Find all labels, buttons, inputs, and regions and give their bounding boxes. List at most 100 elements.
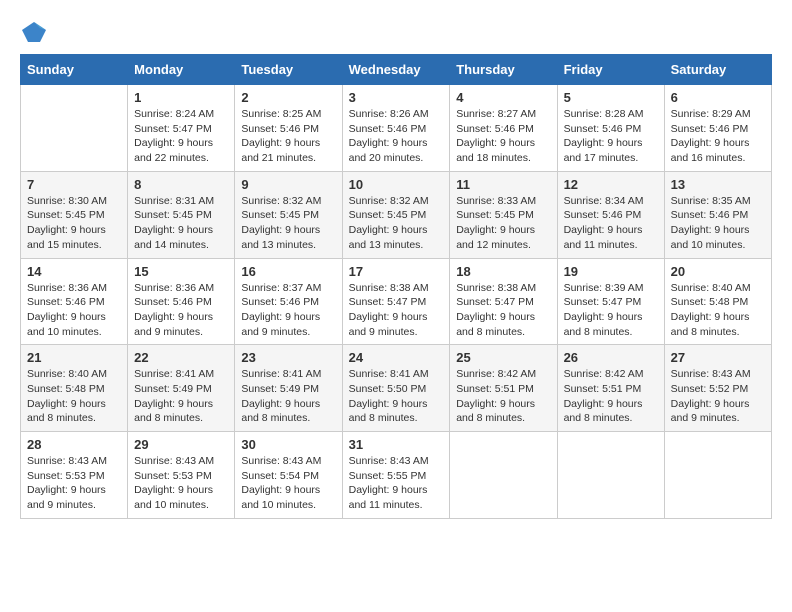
calendar-cell: 1 Sunrise: 8:24 AMSunset: 5:47 PMDaylight… xyxy=(128,85,235,172)
day-number: 16 xyxy=(241,264,335,279)
calendar-cell: 20 Sunrise: 8:40 AMSunset: 5:48 PMDayligh… xyxy=(664,258,771,345)
calendar-cell: 4 Sunrise: 8:27 AMSunset: 5:46 PMDaylight… xyxy=(450,85,557,172)
calendar-cell xyxy=(21,85,128,172)
calendar-cell: 25 Sunrise: 8:42 AMSunset: 5:51 PMDayligh… xyxy=(450,345,557,432)
calendar-week-4: 21 Sunrise: 8:40 AMSunset: 5:48 PMDayligh… xyxy=(21,345,772,432)
calendar-cell xyxy=(450,432,557,519)
day-number: 9 xyxy=(241,177,335,192)
cell-content: Sunrise: 8:27 AMSunset: 5:46 PMDaylight:… xyxy=(456,107,550,166)
day-number: 11 xyxy=(456,177,550,192)
day-number: 1 xyxy=(134,90,228,105)
cell-content: Sunrise: 8:31 AMSunset: 5:45 PMDaylight:… xyxy=(134,194,228,253)
day-number: 25 xyxy=(456,350,550,365)
calendar-cell xyxy=(664,432,771,519)
cell-content: Sunrise: 8:34 AMSunset: 5:46 PMDaylight:… xyxy=(564,194,658,253)
cell-content: Sunrise: 8:32 AMSunset: 5:45 PMDaylight:… xyxy=(241,194,335,253)
cell-content: Sunrise: 8:39 AMSunset: 5:47 PMDaylight:… xyxy=(564,281,658,340)
day-number: 26 xyxy=(564,350,658,365)
calendar-cell: 12 Sunrise: 8:34 AMSunset: 5:46 PMDayligh… xyxy=(557,171,664,258)
calendar-cell: 13 Sunrise: 8:35 AMSunset: 5:46 PMDayligh… xyxy=(664,171,771,258)
calendar-cell: 16 Sunrise: 8:37 AMSunset: 5:46 PMDayligh… xyxy=(235,258,342,345)
cell-content: Sunrise: 8:43 AMSunset: 5:55 PMDaylight:… xyxy=(349,454,444,513)
day-number: 14 xyxy=(27,264,121,279)
calendar-cell: 9 Sunrise: 8:32 AMSunset: 5:45 PMDaylight… xyxy=(235,171,342,258)
cell-content: Sunrise: 8:25 AMSunset: 5:46 PMDaylight:… xyxy=(241,107,335,166)
cell-content: Sunrise: 8:43 AMSunset: 5:53 PMDaylight:… xyxy=(27,454,121,513)
calendar-cell: 15 Sunrise: 8:36 AMSunset: 5:46 PMDayligh… xyxy=(128,258,235,345)
calendar-cell: 27 Sunrise: 8:43 AMSunset: 5:52 PMDayligh… xyxy=(664,345,771,432)
header-day-tuesday: Tuesday xyxy=(235,55,342,85)
day-number: 19 xyxy=(564,264,658,279)
cell-content: Sunrise: 8:36 AMSunset: 5:46 PMDaylight:… xyxy=(27,281,121,340)
cell-content: Sunrise: 8:41 AMSunset: 5:50 PMDaylight:… xyxy=(349,367,444,426)
day-number: 6 xyxy=(671,90,765,105)
cell-content: Sunrise: 8:41 AMSunset: 5:49 PMDaylight:… xyxy=(241,367,335,426)
calendar-cell: 28 Sunrise: 8:43 AMSunset: 5:53 PMDayligh… xyxy=(21,432,128,519)
calendar-cell: 21 Sunrise: 8:40 AMSunset: 5:48 PMDayligh… xyxy=(21,345,128,432)
calendar-cell: 10Sunrise: 8:32 AMSunset: 5:45 PMDayligh… xyxy=(342,171,450,258)
calendar-cell: 30 Sunrise: 8:43 AMSunset: 5:54 PMDayligh… xyxy=(235,432,342,519)
cell-content: Sunrise: 8:43 AMSunset: 5:52 PMDaylight:… xyxy=(671,367,765,426)
day-number: 31 xyxy=(349,437,444,452)
day-number: 24 xyxy=(349,350,444,365)
calendar-cell: 8 Sunrise: 8:31 AMSunset: 5:45 PMDaylight… xyxy=(128,171,235,258)
cell-content: Sunrise: 8:38 AMSunset: 5:47 PMDaylight:… xyxy=(349,281,444,340)
day-number: 28 xyxy=(27,437,121,452)
day-number: 7 xyxy=(27,177,121,192)
header xyxy=(20,20,772,44)
header-day-saturday: Saturday xyxy=(664,55,771,85)
calendar: SundayMondayTuesdayWednesdayThursdayFrid… xyxy=(20,54,772,519)
day-number: 27 xyxy=(671,350,765,365)
calendar-cell: 23 Sunrise: 8:41 AMSunset: 5:49 PMDayligh… xyxy=(235,345,342,432)
day-number: 3 xyxy=(349,90,444,105)
day-number: 13 xyxy=(671,177,765,192)
calendar-cell: 24 Sunrise: 8:41 AMSunset: 5:50 PMDayligh… xyxy=(342,345,450,432)
cell-content: Sunrise: 8:26 AMSunset: 5:46 PMDaylight:… xyxy=(349,107,444,166)
cell-content: Sunrise: 8:42 AMSunset: 5:51 PMDaylight:… xyxy=(456,367,550,426)
day-number: 30 xyxy=(241,437,335,452)
cell-content: Sunrise: 8:32 AMSunset: 5:45 PMDaylight:… xyxy=(349,194,444,253)
calendar-header-row: SundayMondayTuesdayWednesdayThursdayFrid… xyxy=(21,55,772,85)
day-number: 20 xyxy=(671,264,765,279)
cell-content: Sunrise: 8:42 AMSunset: 5:51 PMDaylight:… xyxy=(564,367,658,426)
calendar-cell: 22Sunrise: 8:41 AMSunset: 5:49 PMDayligh… xyxy=(128,345,235,432)
header-day-sunday: Sunday xyxy=(21,55,128,85)
cell-content: Sunrise: 8:30 AMSunset: 5:45 PMDaylight:… xyxy=(27,194,121,253)
day-number: 12 xyxy=(564,177,658,192)
header-day-wednesday: Wednesday xyxy=(342,55,450,85)
day-number: 29 xyxy=(134,437,228,452)
day-number: 23 xyxy=(241,350,335,365)
calendar-cell: 11 Sunrise: 8:33 AMSunset: 5:45 PMDayligh… xyxy=(450,171,557,258)
day-number: 8 xyxy=(134,177,228,192)
calendar-cell: 6 Sunrise: 8:29 AMSunset: 5:46 PMDaylight… xyxy=(664,85,771,172)
day-number: 21 xyxy=(27,350,121,365)
day-number: 4 xyxy=(456,90,550,105)
header-day-monday: Monday xyxy=(128,55,235,85)
cell-content: Sunrise: 8:29 AMSunset: 5:46 PMDaylight:… xyxy=(671,107,765,166)
cell-content: Sunrise: 8:33 AMSunset: 5:45 PMDaylight:… xyxy=(456,194,550,253)
day-number: 18 xyxy=(456,264,550,279)
day-number: 5 xyxy=(564,90,658,105)
day-number: 17 xyxy=(349,264,444,279)
cell-content: Sunrise: 8:40 AMSunset: 5:48 PMDaylight:… xyxy=(27,367,121,426)
header-day-friday: Friday xyxy=(557,55,664,85)
calendar-cell: 18 Sunrise: 8:38 AMSunset: 5:47 PMDayligh… xyxy=(450,258,557,345)
cell-content: Sunrise: 8:37 AMSunset: 5:46 PMDaylight:… xyxy=(241,281,335,340)
calendar-week-2: 7 Sunrise: 8:30 AMSunset: 5:45 PMDaylight… xyxy=(21,171,772,258)
logo-icon xyxy=(20,20,48,44)
calendar-cell: 7 Sunrise: 8:30 AMSunset: 5:45 PMDaylight… xyxy=(21,171,128,258)
cell-content: Sunrise: 8:43 AMSunset: 5:54 PMDaylight:… xyxy=(241,454,335,513)
calendar-cell: 14 Sunrise: 8:36 AMSunset: 5:46 PMDayligh… xyxy=(21,258,128,345)
cell-content: Sunrise: 8:40 AMSunset: 5:48 PMDaylight:… xyxy=(671,281,765,340)
cell-content: Sunrise: 8:36 AMSunset: 5:46 PMDaylight:… xyxy=(134,281,228,340)
cell-content: Sunrise: 8:35 AMSunset: 5:46 PMDaylight:… xyxy=(671,194,765,253)
day-number: 2 xyxy=(241,90,335,105)
calendar-week-3: 14 Sunrise: 8:36 AMSunset: 5:46 PMDayligh… xyxy=(21,258,772,345)
day-number: 15 xyxy=(134,264,228,279)
cell-content: Sunrise: 8:28 AMSunset: 5:46 PMDaylight:… xyxy=(564,107,658,166)
cell-content: Sunrise: 8:24 AMSunset: 5:47 PMDaylight:… xyxy=(134,107,228,166)
calendar-week-1: 1 Sunrise: 8:24 AMSunset: 5:47 PMDaylight… xyxy=(21,85,772,172)
calendar-cell: 3 Sunrise: 8:26 AMSunset: 5:46 PMDaylight… xyxy=(342,85,450,172)
calendar-cell: 31 Sunrise: 8:43 AMSunset: 5:55 PMDayligh… xyxy=(342,432,450,519)
cell-content: Sunrise: 8:38 AMSunset: 5:47 PMDaylight:… xyxy=(456,281,550,340)
